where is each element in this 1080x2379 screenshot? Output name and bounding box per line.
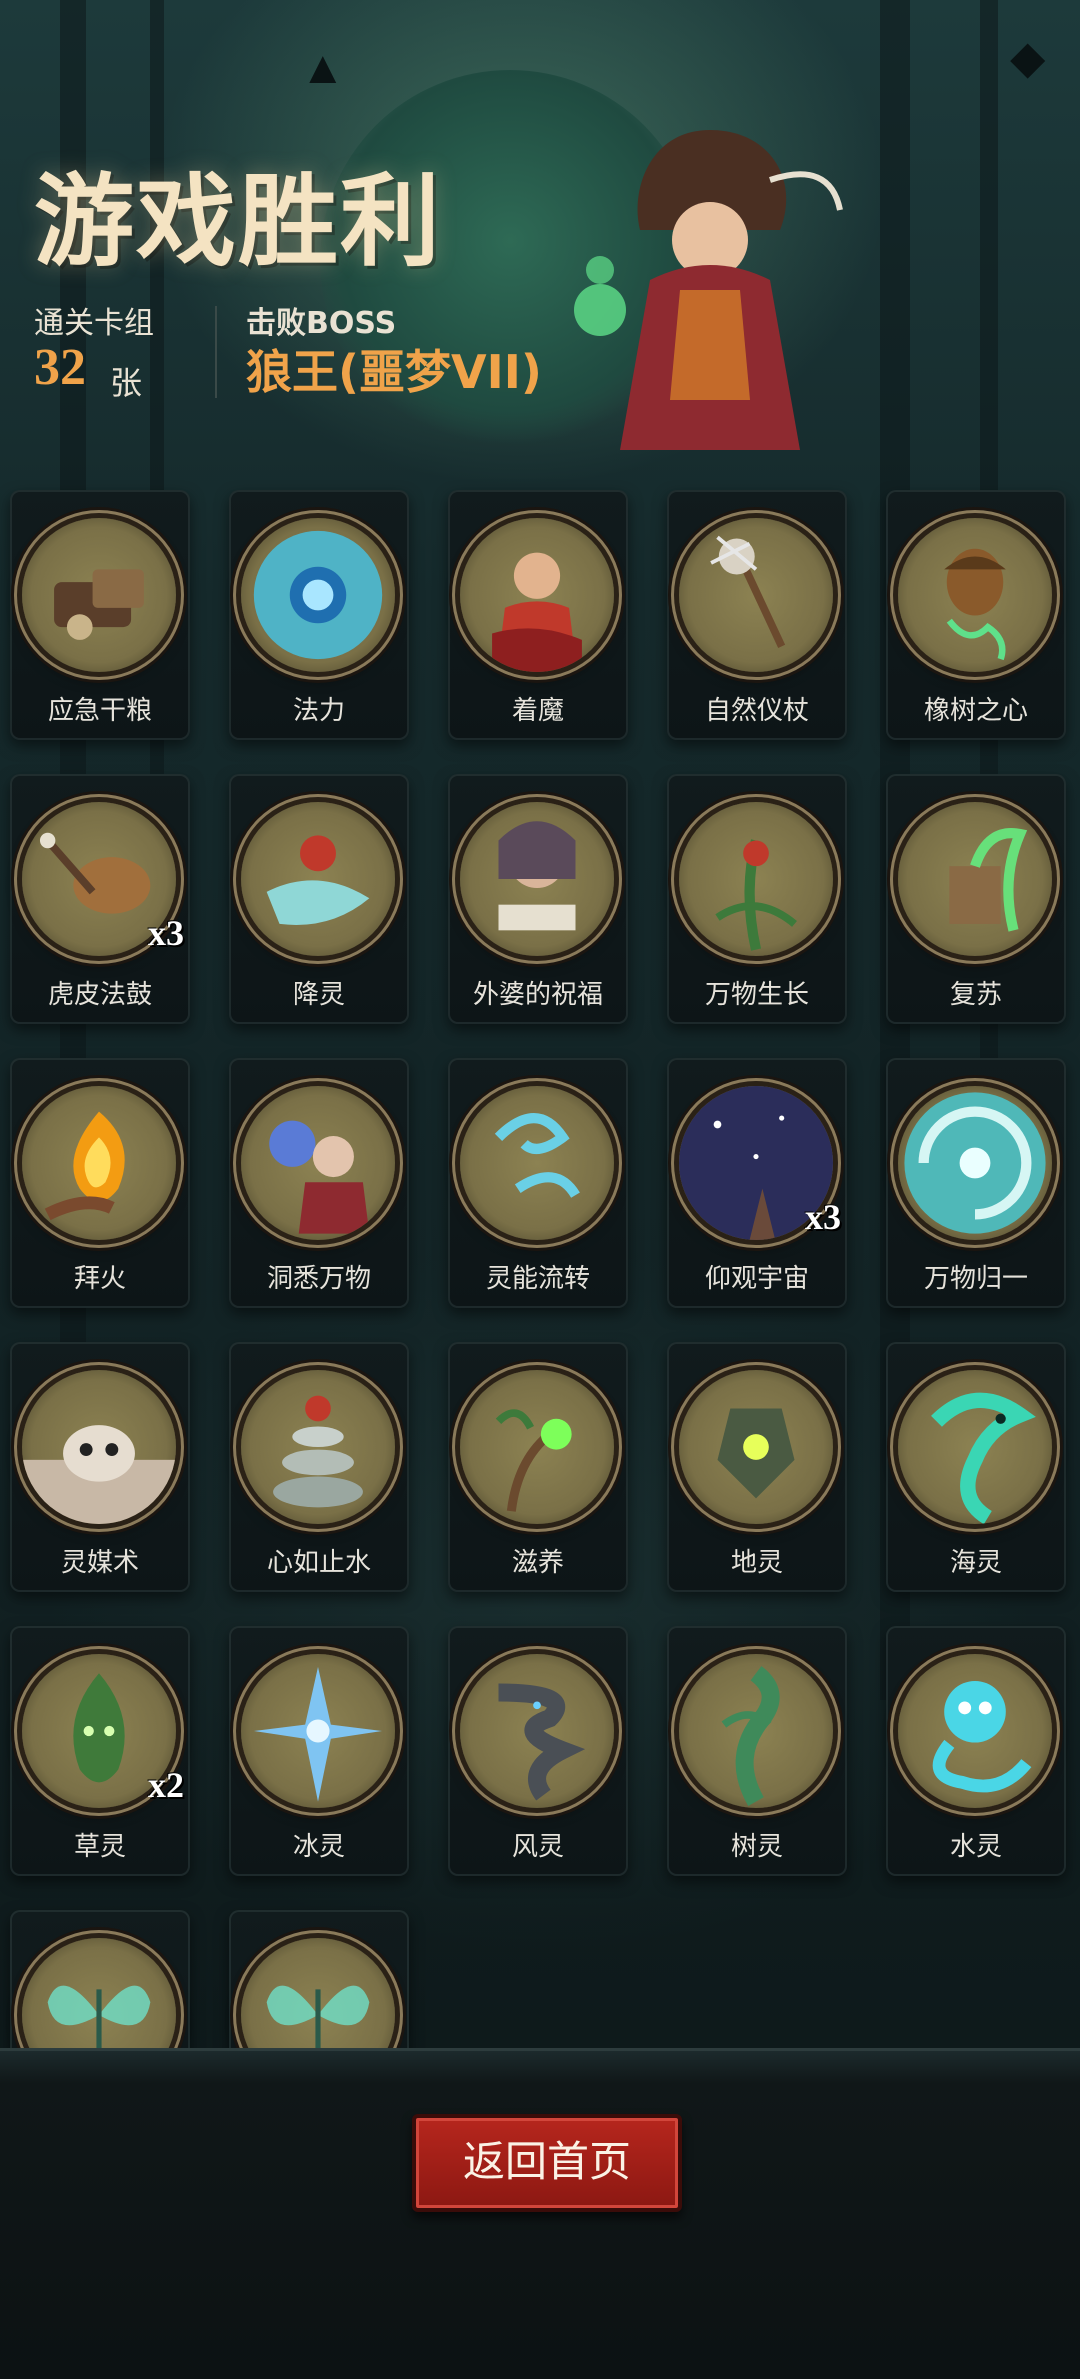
card-name: 橡树之心 xyxy=(923,696,1028,726)
water-spirit-icon xyxy=(898,1654,1052,1808)
deck-card[interactable]: 洞悉万物 xyxy=(229,1058,409,1308)
deck-card[interactable]: 风灵 xyxy=(448,1626,628,1876)
nourish-sprout-icon xyxy=(460,1370,614,1524)
earth-spirit-icon xyxy=(679,1370,833,1524)
card-name: 外婆的祝福 xyxy=(472,980,603,1010)
nature-staff-icon xyxy=(679,518,833,672)
card-name: 灵媒术 xyxy=(60,1548,139,1578)
boss-name: 狼王(噩梦VII) xyxy=(246,345,542,399)
ration-bag-icon xyxy=(22,518,176,672)
deck-card[interactable]: 树灵 xyxy=(667,1626,847,1876)
deck-card[interactable] xyxy=(229,1910,409,2048)
card-count-badge: x2 xyxy=(148,1765,184,1805)
growth-icon xyxy=(679,802,833,956)
card-name: 树灵 xyxy=(730,1832,783,1862)
deck-card[interactable]: 万物归一 xyxy=(886,1058,1066,1308)
deck-card[interactable]: 灵媒术 xyxy=(10,1342,190,1592)
victory-header: 游戏胜利 通关卡组 32 张 击败BOSS 狼王(噩梦VII) xyxy=(0,0,1080,450)
deck-card[interactable]: 心如止水 xyxy=(229,1342,409,1592)
ice-spirit-icon xyxy=(241,1654,395,1808)
heroine-illustration xyxy=(574,130,843,450)
card-name: 海灵 xyxy=(949,1548,1002,1578)
revive-stump-icon xyxy=(898,802,1052,956)
card-name: 万物生长 xyxy=(704,980,809,1010)
card-name: 应急干粮 xyxy=(47,696,152,726)
deck-card[interactable]: 降灵 xyxy=(229,774,409,1024)
stone-stack-icon xyxy=(241,1370,395,1524)
page-title: 游戏胜利 xyxy=(34,163,442,280)
deck-card[interactable]: 仰观宇宙 x3 xyxy=(667,1058,847,1308)
energy-flow-icon xyxy=(460,1086,614,1240)
deck-card[interactable]: 自然仪杖 xyxy=(667,490,847,740)
card-name: 虎皮法鼓 xyxy=(47,980,152,1010)
vortex-icon xyxy=(898,1086,1052,1240)
deck-count: 32 xyxy=(34,339,86,396)
possessed-boy-icon xyxy=(460,518,614,672)
card-count-badge: x3 xyxy=(148,913,184,953)
deck-card[interactable]: 应急干粮 xyxy=(10,490,190,740)
grandma-icon xyxy=(460,802,614,956)
deck-label: 通关卡组 xyxy=(34,306,154,341)
butterfly-icon xyxy=(22,1938,176,2048)
deck-card-grid: 应急干粮 法力 着魔 自然仪杖 橡树之心虎皮法鼓 x3 降灵 外婆的祝福 万物生长 复苏拜火 洞悉万… xyxy=(0,478,1080,2048)
deck-card[interactable]: 着魔 xyxy=(448,490,628,740)
deck-card[interactable]: 海灵 xyxy=(886,1342,1066,1592)
deck-unit: 张 xyxy=(110,364,143,402)
deck-card[interactable]: 拜火 xyxy=(10,1058,190,1308)
wind-spirit-icon xyxy=(460,1654,614,1808)
deck-card[interactable] xyxy=(10,1910,190,2048)
insight-witch-icon xyxy=(241,1086,395,1240)
mana-orb-icon xyxy=(241,518,395,672)
summon-spirit-icon xyxy=(241,802,395,956)
card-name: 拜火 xyxy=(73,1264,126,1294)
deck-card[interactable]: 冰灵 xyxy=(229,1626,409,1876)
deck-card[interactable]: 万物生长 xyxy=(667,774,847,1024)
fire-hand-icon xyxy=(22,1086,176,1240)
card-name: 冰灵 xyxy=(292,1832,345,1862)
card-name: 洞悉万物 xyxy=(266,1264,371,1294)
bottom-bar xyxy=(0,2048,1080,2379)
deck-card[interactable]: 地灵 xyxy=(667,1342,847,1592)
card-name: 滋养 xyxy=(511,1548,564,1578)
acorn-icon xyxy=(898,518,1052,672)
card-name: 心如止水 xyxy=(266,1548,371,1578)
deck-card[interactable]: 草灵 x2 xyxy=(10,1626,190,1876)
card-name: 复苏 xyxy=(949,980,1002,1010)
deck-card[interactable]: 滋养 xyxy=(448,1342,628,1592)
deck-card[interactable]: 灵能流转 xyxy=(448,1058,628,1308)
deck-card[interactable]: 橡树之心 xyxy=(886,490,1066,740)
card-name: 草灵 xyxy=(73,1832,126,1862)
card-name: 法力 xyxy=(292,696,345,726)
deck-card[interactable]: 虎皮法鼓 x3 xyxy=(10,774,190,1024)
deck-card[interactable]: 复苏 xyxy=(886,774,1066,1024)
sea-spirit-icon xyxy=(898,1370,1052,1524)
skull-ritual-icon xyxy=(22,1370,176,1524)
card-name: 万物归一 xyxy=(923,1264,1028,1294)
card-name: 灵能流转 xyxy=(485,1264,590,1294)
deck-card[interactable]: 法力 xyxy=(229,490,409,740)
deck-card[interactable]: 外婆的祝福 xyxy=(448,774,628,1024)
card-name: 地灵 xyxy=(730,1548,783,1578)
deck-card[interactable]: 水灵 xyxy=(886,1626,1066,1876)
card-name: 着魔 xyxy=(511,696,564,726)
tree-spirit-icon xyxy=(679,1654,833,1808)
card-count-badge: x3 xyxy=(805,1197,841,1237)
card-name: 自然仪杖 xyxy=(704,696,809,726)
card-name: 降灵 xyxy=(292,980,345,1010)
card-name: 仰观宇宙 xyxy=(704,1264,809,1294)
card-name: 水灵 xyxy=(949,1832,1002,1862)
return-home-button[interactable]: 返回首页 xyxy=(412,2114,682,2212)
card-name: 风灵 xyxy=(511,1832,564,1862)
butterfly-icon xyxy=(241,1938,395,2048)
stat-divider xyxy=(215,306,217,398)
